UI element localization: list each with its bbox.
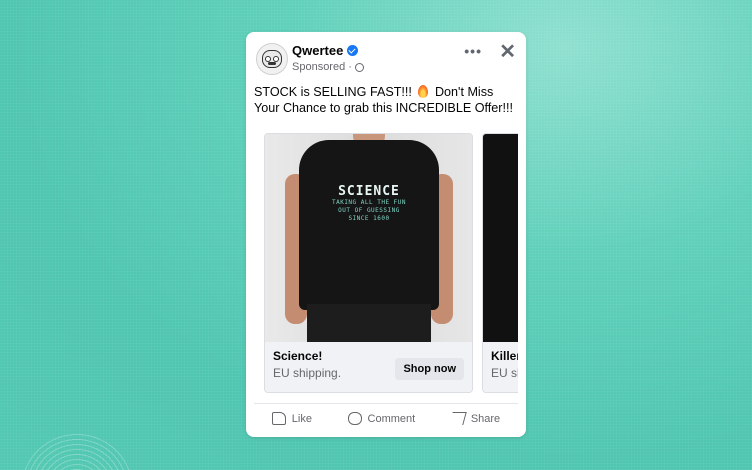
carousel-card-info: Science! EU shipping. Shop now [265,342,472,392]
model-figure: SCIENCE TAKING ALL THE FUN OUT OF GUESSI… [281,134,457,342]
carousel-card[interactable]: Killer EU sh [482,133,518,393]
shirt-print: SCIENCE TAKING ALL THE FUN OUT OF GUESSI… [299,184,439,223]
page-name[interactable]: Qwertee [292,43,359,58]
share-button[interactable]: Share [449,412,501,425]
product-title: Killer [491,349,518,363]
comment-button[interactable]: Comment [347,412,416,425]
caption-text-1: STOCK is SELLING FAST!!! [254,85,412,99]
thumbs-up-icon [271,412,286,425]
shirt-print-title: SCIENCE [338,184,400,199]
share-arrow-icon [449,412,467,425]
shirt-print-line: TAKING ALL THE FUN [331,199,407,206]
sponsored-post-card: Qwertee Sponsored · ••• ✕ STOCK is SELLI… [246,32,526,437]
carousel-card[interactable]: SCIENCE TAKING ALL THE FUN OUT OF GUESSI… [264,133,473,393]
product-subtitle: EU sh [491,366,518,380]
verified-badge-icon [347,45,359,56]
product-title: Science! [273,349,323,363]
comment-label: Comment [367,412,416,425]
like-label: Like [291,412,312,425]
carousel-card-info: Killer EU sh [483,342,518,392]
shirt-print-line: OUT OF GUESSING [338,207,400,214]
fire-emoji-icon [418,85,429,98]
like-button[interactable]: Like [271,412,312,425]
post-actions-bar: Like Comment Share [254,403,518,433]
page-name-label[interactable]: Qwertee [292,43,343,58]
shirt-print-line: SINCE 1600 [348,215,390,222]
close-icon[interactable]: ✕ [499,39,516,64]
page-avatar[interactable] [256,43,288,75]
post-header: Qwertee Sponsored · ••• ✕ [254,41,518,75]
tshirt-image: SCIENCE TAKING ALL THE FUN OUT OF GUESSI… [299,140,439,310]
globe-icon [354,62,364,72]
product-carousel[interactable]: SCIENCE TAKING ALL THE FUN OUT OF GUESSI… [264,133,518,393]
product-subtitle: EU shipping. [273,366,342,380]
sponsored-label[interactable]: Sponsored [292,61,345,73]
share-label: Share [470,412,501,425]
comment-icon [347,412,362,425]
post-caption: STOCK is SELLING FAST!!! Don't Miss Your… [254,84,520,116]
sponsored-info: Sponsored · [292,61,364,73]
shop-now-button[interactable]: Shop now [395,358,464,380]
product-photo[interactable] [483,134,518,342]
avatar-face-icon [262,50,282,68]
product-photo[interactable]: SCIENCE TAKING ALL THE FUN OUT OF GUESSI… [265,134,472,342]
more-options-icon[interactable]: ••• [464,43,482,59]
